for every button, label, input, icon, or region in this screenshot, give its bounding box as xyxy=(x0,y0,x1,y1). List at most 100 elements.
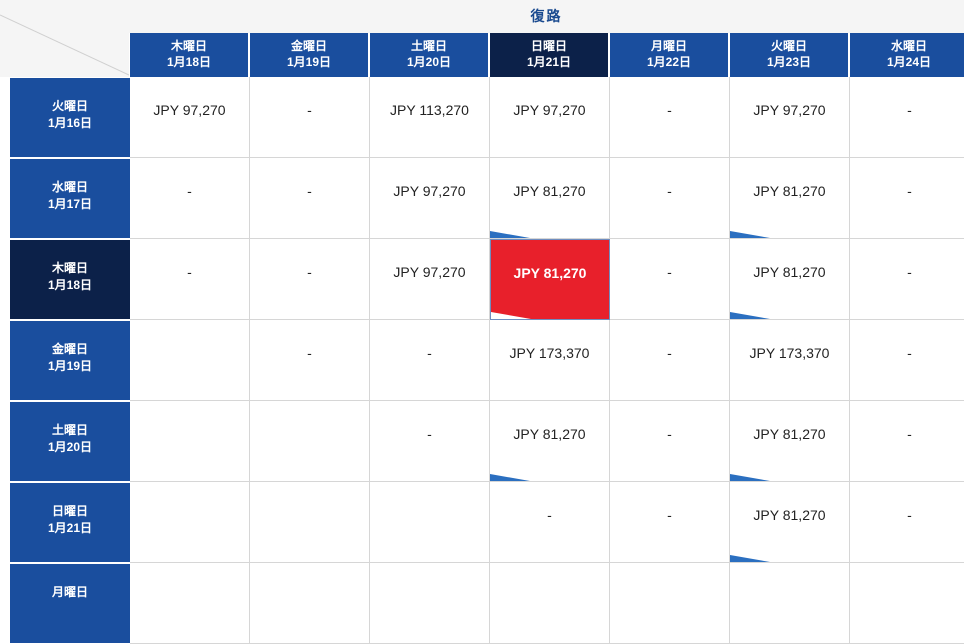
column-header-day: 月曜日 xyxy=(650,39,687,53)
fare-price: JPY 81,270 xyxy=(753,507,826,523)
row-header-departure-date[interactable]: 火曜日 1月16日 xyxy=(10,78,130,158)
fare-cell[interactable]: JPY 97,270 xyxy=(130,77,250,158)
fare-cell: - xyxy=(370,401,490,482)
fare-price: JPY 113,270 xyxy=(390,102,469,118)
column-header-return-date[interactable]: 日曜日 1月21日 xyxy=(490,33,609,77)
fare-price: JPY 97,270 xyxy=(153,102,226,118)
fare-cell: - xyxy=(850,239,964,320)
fare-cell[interactable]: JPY 97,270 xyxy=(730,77,850,158)
fare-cell xyxy=(130,563,250,644)
fare-cell xyxy=(730,563,850,644)
row-header-departure-date[interactable]: 月曜日 xyxy=(10,564,130,644)
fare-price: - xyxy=(427,426,432,442)
fare-cell: - xyxy=(850,158,964,239)
column-header-return-date[interactable]: 月曜日 1月22日 xyxy=(610,33,729,77)
fare-price: JPY 81,270 xyxy=(753,264,826,280)
fare-price: JPY 97,270 xyxy=(753,102,826,118)
fare-cell: - xyxy=(250,77,370,158)
fare-cell: - xyxy=(130,239,250,320)
fare-price: - xyxy=(907,264,912,280)
row-header-day: 金曜日 xyxy=(51,342,88,356)
fare-cell: - xyxy=(370,320,490,401)
column-header-day: 水曜日 xyxy=(890,39,927,53)
fare-cell[interactable]: JPY 113,270 xyxy=(370,77,490,158)
fare-price: - xyxy=(907,345,912,361)
row-header-departure-date[interactable]: 木曜日 1月18日 xyxy=(10,240,130,320)
fare-price: - xyxy=(307,102,312,118)
row-header-day: 月曜日 xyxy=(51,585,88,599)
fare-price: JPY 81,270 xyxy=(753,183,826,199)
column-header-return-date[interactable]: 土曜日 1月20日 xyxy=(370,33,489,77)
column-header-date: 1月18日 xyxy=(166,55,212,69)
fare-cell xyxy=(370,563,490,644)
fare-cell: - xyxy=(610,320,730,401)
column-header-date: 1月20日 xyxy=(406,55,452,69)
lowest-fare-marker-icon xyxy=(491,312,531,319)
fare-price: JPY 97,270 xyxy=(393,264,466,280)
fare-cell[interactable]: JPY 81,270 xyxy=(730,239,850,320)
fare-cell[interactable]: JPY 97,270 xyxy=(370,239,490,320)
row-header-day: 水曜日 xyxy=(51,180,88,194)
fare-cell: - xyxy=(850,320,964,401)
row-header-date: 1月18日 xyxy=(47,278,93,292)
fare-cell: - xyxy=(130,158,250,239)
lowest-fare-marker-icon xyxy=(730,555,770,562)
fare-price: - xyxy=(667,345,672,361)
fare-cell[interactable]: JPY 97,270 xyxy=(370,158,490,239)
fare-cell: - xyxy=(490,482,610,563)
fare-price: - xyxy=(667,507,672,523)
row-header-date: 1月17日 xyxy=(47,197,93,211)
fare-cell[interactable]: JPY 173,370 xyxy=(730,320,850,401)
fare-price: JPY 81,270 xyxy=(513,265,587,281)
row-header-departure-date[interactable]: 水曜日 1月17日 xyxy=(10,159,130,239)
fare-cell[interactable]: JPY 173,370 xyxy=(490,320,610,401)
column-header-date: 1月23日 xyxy=(766,55,812,69)
column-header-return-date[interactable]: 火曜日 1月23日 xyxy=(730,33,849,77)
fare-price: JPY 97,270 xyxy=(513,102,586,118)
fare-cell[interactable]: JPY 97,270 xyxy=(490,77,610,158)
fare-price: - xyxy=(547,507,552,523)
fare-price: - xyxy=(187,264,192,280)
column-header-day: 木曜日 xyxy=(170,39,207,53)
fare-price: JPY 81,270 xyxy=(513,426,586,442)
fare-cell: - xyxy=(610,401,730,482)
row-header-day: 日曜日 xyxy=(51,504,88,518)
fare-price: - xyxy=(907,426,912,442)
fare-cell: - xyxy=(250,320,370,401)
fare-cell xyxy=(250,563,370,644)
row-header-date: 1月16日 xyxy=(47,116,93,130)
column-header-date: 1月21日 xyxy=(526,55,572,69)
column-header-day: 金曜日 xyxy=(290,39,327,53)
fare-cell[interactable]: JPY 81,270 xyxy=(490,401,610,482)
fare-cell xyxy=(250,482,370,563)
column-header-return-date[interactable]: 木曜日 1月18日 xyxy=(130,33,249,77)
column-header-day: 土曜日 xyxy=(410,39,447,53)
column-header-return-date[interactable]: 金曜日 1月19日 xyxy=(250,33,369,77)
fare-cell[interactable]: JPY 81,270 xyxy=(730,158,850,239)
fare-cell xyxy=(130,320,250,401)
lowest-fare-marker-icon xyxy=(490,474,530,481)
fare-price: JPY 173,370 xyxy=(509,345,590,361)
fare-price: JPY 173,370 xyxy=(749,345,830,361)
selected-fare-cell[interactable]: JPY 81,270 xyxy=(490,239,610,320)
fare-cell[interactable]: JPY 81,270 xyxy=(490,158,610,239)
fare-price: - xyxy=(667,102,672,118)
fare-price: JPY 97,270 xyxy=(393,183,466,199)
fare-price: - xyxy=(307,183,312,199)
fare-cell xyxy=(130,401,250,482)
row-header-day: 土曜日 xyxy=(51,423,88,437)
row-header-day: 木曜日 xyxy=(51,261,88,275)
fare-cell: - xyxy=(850,401,964,482)
column-header-return-date[interactable]: 水曜日 1月24日 xyxy=(850,33,964,77)
column-header-day: 日曜日 xyxy=(530,39,567,53)
fare-cell: - xyxy=(250,239,370,320)
fare-price: JPY 81,270 xyxy=(513,183,586,199)
row-header-date: 1月19日 xyxy=(47,359,93,373)
fare-cell[interactable]: JPY 81,270 xyxy=(730,401,850,482)
fare-cell[interactable]: JPY 81,270 xyxy=(730,482,850,563)
fare-price: - xyxy=(667,426,672,442)
row-header-departure-date[interactable]: 土曜日 1月20日 xyxy=(10,402,130,482)
row-header-departure-date[interactable]: 日曜日 1月21日 xyxy=(10,483,130,563)
row-header-date: 1月20日 xyxy=(47,440,93,454)
row-header-departure-date[interactable]: 金曜日 1月19日 xyxy=(10,321,130,401)
